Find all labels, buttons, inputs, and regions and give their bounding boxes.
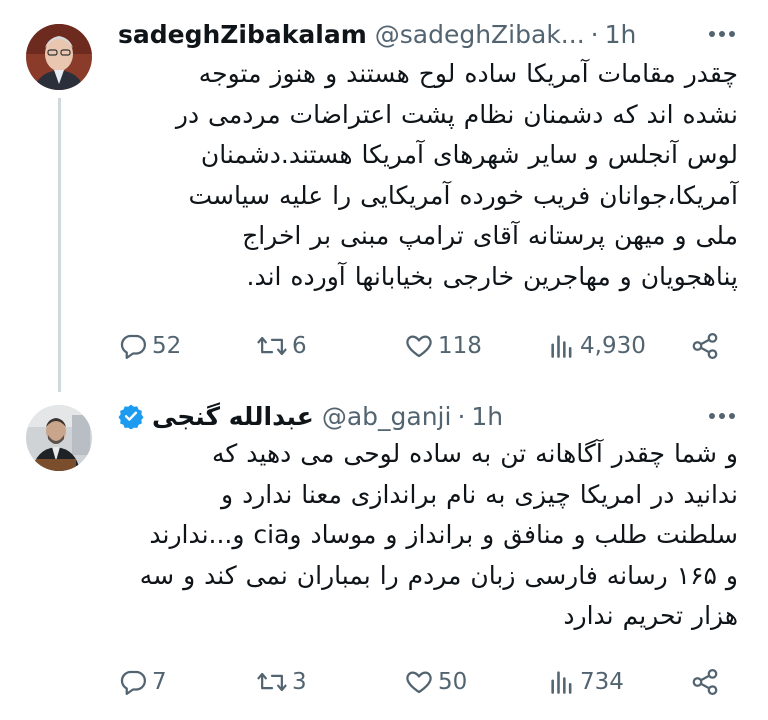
retweet-count: 6 xyxy=(292,333,307,359)
verified-icon xyxy=(118,403,144,429)
tweet-text-line: آمریکا،جوانان فریب خورده آمریکایی را علی… xyxy=(188,180,738,210)
like-count: 118 xyxy=(438,333,482,359)
reply-button[interactable]: 7 xyxy=(118,667,167,697)
like-icon xyxy=(404,331,434,361)
author-name[interactable]: عبدالله گنجی xyxy=(152,402,314,431)
tweet-text-line: ندانید در امریکا چیزی به نام براندازی مع… xyxy=(221,479,738,509)
share-icon xyxy=(690,331,720,361)
share-button[interactable] xyxy=(690,331,720,361)
like-button[interactable]: 50 xyxy=(404,667,467,697)
tweet-text-line: چقدر مقامات آمریکا ساده لوح هستند و هنوز… xyxy=(198,59,738,88)
retweet-icon xyxy=(256,331,288,361)
more-icon[interactable] xyxy=(704,16,740,52)
like-count: 50 xyxy=(438,669,468,695)
views-icon xyxy=(548,332,576,360)
tweet-text-line: پناهجویان و مهاجرین خارجی بخیابانها آورد… xyxy=(246,261,738,291)
reply-icon xyxy=(118,667,148,697)
tweet-text-line: نشده اند که دشمنان نظام پشت اعتراضات مرد… xyxy=(175,99,738,129)
author-name[interactable]: sadeghZibakalam xyxy=(118,20,367,49)
views-count: 4,930 xyxy=(580,333,646,359)
thread-connector-line xyxy=(58,98,61,392)
retweet-count: 3 xyxy=(292,669,307,695)
tweet-text-line: و ۱۶۵ رسانه فارسی زبان مردم را بمباران ن… xyxy=(139,560,738,590)
tweet-text-line: سلطنت طلب و منافق و برانداز و موساد وcia… xyxy=(149,520,738,549)
more-icon[interactable] xyxy=(704,398,740,434)
reply-button[interactable]: 52 xyxy=(118,331,181,361)
retweet-button[interactable]: 6 xyxy=(256,331,307,361)
views-button[interactable]: 734 xyxy=(548,668,624,696)
tweet-text-line: و شما چقدر آگاهانه تن به ساده لوحی می ده… xyxy=(212,439,738,468)
share-button[interactable] xyxy=(690,667,720,697)
timestamp[interactable]: 1h xyxy=(471,402,503,431)
author-handle[interactable]: @sadeghZibak... xyxy=(375,20,585,49)
views-button[interactable]: 4,930 xyxy=(548,332,646,360)
retweet-icon xyxy=(256,667,288,697)
author-handle[interactable]: @ab_ganji xyxy=(322,402,452,431)
retweet-button[interactable]: 3 xyxy=(256,667,307,697)
like-button[interactable]: 118 xyxy=(404,331,482,361)
reply-icon xyxy=(118,331,148,361)
tweet-text: و شما چقدر آگاهانه تن به ساده لوحی می ده… xyxy=(110,434,738,637)
views-count: 734 xyxy=(580,669,624,695)
tweet-text-line: ملی و میهن پرستانه آقای ترامپ مبنی بر اخ… xyxy=(242,221,738,250)
share-icon xyxy=(690,667,720,697)
views-icon xyxy=(548,668,576,696)
reply-count: 52 xyxy=(152,333,182,359)
avatar[interactable] xyxy=(26,405,92,471)
separator-dot: · xyxy=(590,19,599,49)
reply-count: 7 xyxy=(152,669,167,695)
like-icon xyxy=(404,667,434,697)
tweet-header: عبدالله گنجی @ab_ganji · 1h xyxy=(118,396,734,436)
avatar[interactable] xyxy=(26,24,92,90)
tweet-header: sadeghZibakalam @sadeghZibak... · 1h xyxy=(118,14,734,54)
action-bar: 7 3 50 734 xyxy=(118,662,728,702)
separator-dot: · xyxy=(457,401,466,431)
action-bar: 52 6 118 4,930 xyxy=(118,326,728,366)
tweet-text-line: هزار تحریم ندارد xyxy=(563,601,738,630)
tweet-text-line: لوس آنجلس و سایر شهرهای آمریکا هستند.دشم… xyxy=(200,140,738,169)
tweet-text: چقدر مقامات آمریکا ساده لوح هستند و هنوز… xyxy=(110,54,738,297)
timestamp[interactable]: 1h xyxy=(605,20,637,49)
